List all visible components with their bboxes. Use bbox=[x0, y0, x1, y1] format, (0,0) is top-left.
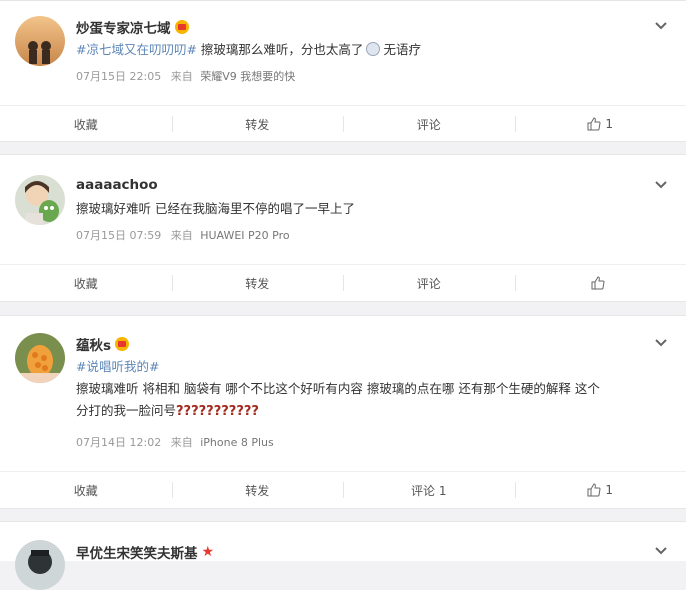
avatar[interactable] bbox=[15, 540, 65, 590]
avatar[interactable] bbox=[15, 333, 65, 383]
like-button[interactable]: 1 bbox=[515, 106, 686, 142]
avatar[interactable] bbox=[15, 175, 65, 225]
post-card: 早优生宋笑笑夫斯基 ★ bbox=[0, 521, 686, 561]
like-button[interactable] bbox=[515, 265, 686, 301]
star-badge-icon: ★ bbox=[202, 545, 215, 559]
username[interactable]: 早优生宋笑笑夫斯基 ★ bbox=[76, 542, 214, 562]
post-meta: 07月14日 12:02 来自 iPhone 8 Plus bbox=[76, 434, 274, 450]
collect-button[interactable]: 收藏 bbox=[0, 472, 172, 508]
post-text: #凉七域又在叨叨叨# 擦玻璃那么难听，分也太高了无语疗 bbox=[76, 39, 668, 61]
chevron-down-icon[interactable] bbox=[654, 19, 668, 33]
username[interactable]: 炒蛋专家凉七域 bbox=[76, 17, 189, 37]
hashtag-link[interactable]: #说唱听我的# bbox=[76, 359, 159, 374]
action-bar: 收藏 转发 评论 bbox=[0, 264, 686, 301]
username[interactable]: aaaaachoo bbox=[76, 177, 158, 193]
emoji-icon bbox=[366, 42, 380, 56]
post-device[interactable]: 荣耀V9 我想要的快 bbox=[200, 70, 295, 83]
post-date[interactable]: 07月15日 22:05 bbox=[76, 70, 161, 83]
post-date[interactable]: 07月14日 12:02 bbox=[76, 436, 161, 449]
question-emoji-row: ??????????? bbox=[176, 404, 259, 419]
vip-crown-icon bbox=[115, 337, 129, 351]
forward-button[interactable]: 转发 bbox=[172, 472, 344, 508]
forward-button[interactable]: 转发 bbox=[172, 265, 344, 301]
avatar[interactable] bbox=[15, 16, 65, 66]
post-device[interactable]: iPhone 8 Plus bbox=[200, 436, 274, 449]
post-card: 蕴秋s #说唱听我的# 擦玻璃难听 将相和 脑袋有 哪个不比这个好听有内容 擦玻… bbox=[0, 315, 686, 509]
comment-button[interactable]: 评论 bbox=[343, 106, 515, 142]
like-button[interactable]: 1 bbox=[515, 472, 686, 508]
forward-button[interactable]: 转发 bbox=[172, 106, 344, 142]
post-card: 炒蛋专家凉七域 #凉七域又在叨叨叨# 擦玻璃那么难听，分也太高了无语疗 07月1… bbox=[0, 0, 686, 142]
comment-button[interactable]: 评论 1 bbox=[343, 472, 515, 508]
thumbs-up-icon bbox=[587, 117, 601, 131]
hashtag-link[interactable]: #凉七域又在叨叨叨# bbox=[76, 42, 197, 57]
username[interactable]: 蕴秋s bbox=[76, 334, 129, 354]
post-meta: 07月15日 07:59 来自 HUAWEI P20 Pro bbox=[76, 227, 290, 243]
vip-crown-icon bbox=[175, 20, 189, 34]
chevron-down-icon[interactable] bbox=[654, 178, 668, 192]
thumbs-up-icon bbox=[591, 276, 605, 290]
collect-button[interactable]: 收藏 bbox=[0, 265, 172, 301]
thumbs-up-icon bbox=[587, 483, 601, 497]
chevron-down-icon[interactable] bbox=[654, 336, 668, 350]
post-card: aaaaachoo 擦玻璃好难听 已经在我脑海里不停的唱了一早上了 07月15日… bbox=[0, 154, 686, 302]
post-text: 擦玻璃好难听 已经在我脑海里不停的唱了一早上了 bbox=[76, 198, 668, 220]
collect-button[interactable]: 收藏 bbox=[0, 106, 172, 142]
post-meta: 07月15日 22:05 来自 荣耀V9 我想要的快 bbox=[76, 68, 295, 84]
post-text: #说唱听我的# 擦玻璃难听 将相和 脑袋有 哪个不比这个好听有内容 擦玻璃的点在… bbox=[76, 356, 668, 423]
post-date[interactable]: 07月15日 07:59 bbox=[76, 229, 161, 242]
action-bar: 收藏 转发 评论 1 bbox=[0, 105, 686, 142]
action-bar: 收藏 转发 评论 1 1 bbox=[0, 471, 686, 508]
comment-button[interactable]: 评论 bbox=[343, 265, 515, 301]
chevron-down-icon[interactable] bbox=[654, 544, 668, 558]
post-device[interactable]: HUAWEI P20 Pro bbox=[200, 229, 289, 242]
